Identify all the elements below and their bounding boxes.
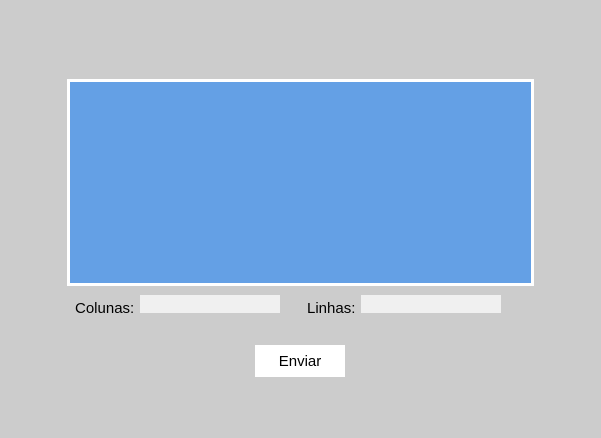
- rows-input[interactable]: [361, 295, 501, 313]
- columns-input[interactable]: [140, 295, 280, 313]
- submit-button[interactable]: Enviar: [255, 345, 345, 377]
- rows-label: Linhas:: [307, 300, 356, 317]
- drawing-canvas[interactable]: [67, 79, 534, 286]
- columns-label: Colunas:: [75, 300, 135, 317]
